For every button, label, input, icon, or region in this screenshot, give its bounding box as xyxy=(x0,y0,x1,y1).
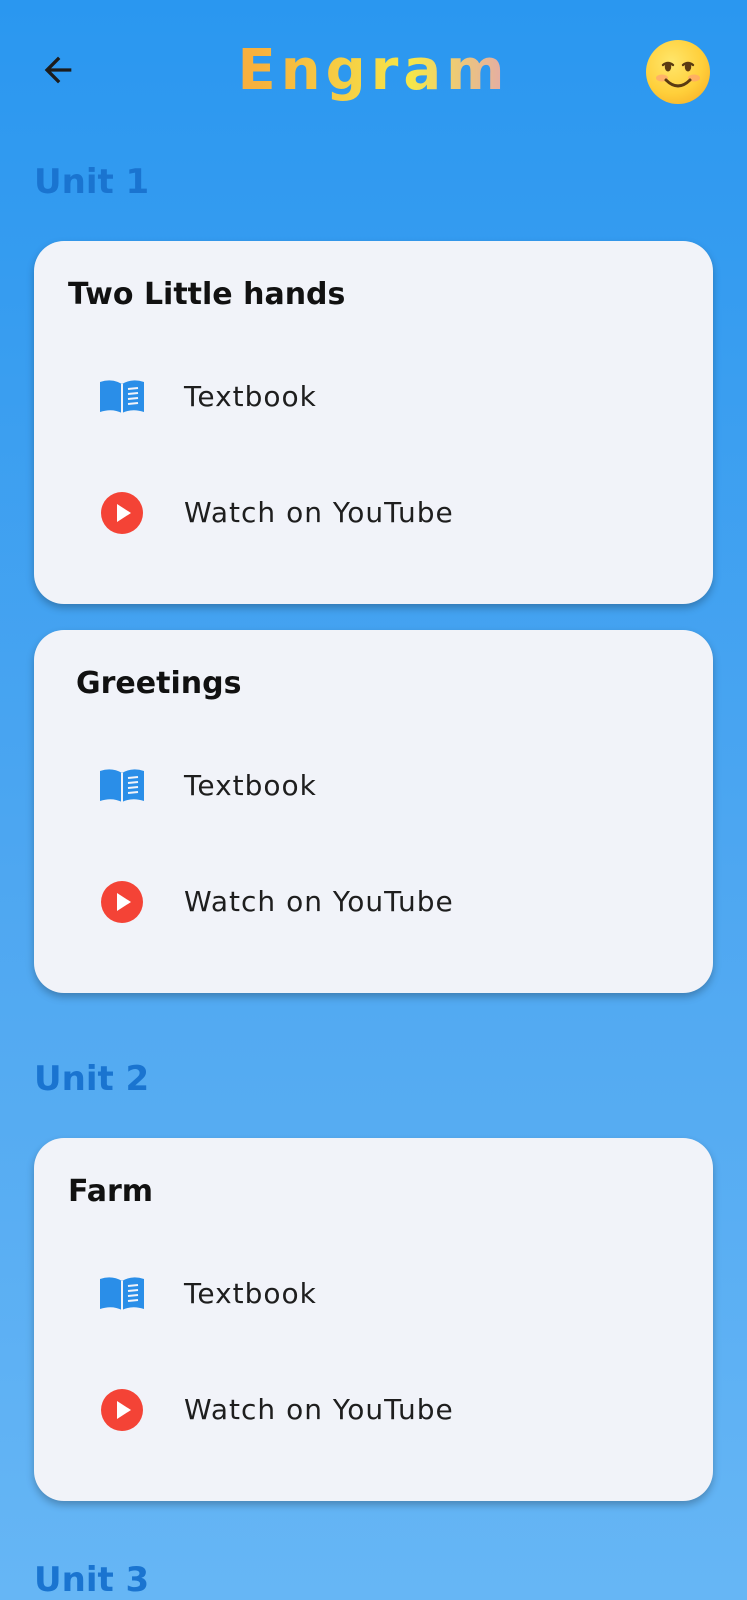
textbook-label: Textbook xyxy=(184,380,317,413)
youtube-label: Watch on YouTube xyxy=(184,885,454,918)
avatar[interactable] xyxy=(646,40,710,104)
textbook-label: Textbook xyxy=(184,1277,317,1310)
smiling-face-icon xyxy=(656,61,700,88)
unit-heading: Unit 1 xyxy=(34,162,150,202)
youtube-row[interactable]: Watch on YouTube xyxy=(34,473,713,553)
lesson-card: Two Little hands Textbook Watch on YouTu… xyxy=(34,241,713,604)
play-circle-icon xyxy=(98,491,146,535)
youtube-row[interactable]: Watch on YouTube xyxy=(34,1370,713,1450)
unit-heading: Unit 2 xyxy=(34,1059,150,1099)
play-circle-icon xyxy=(98,880,146,924)
lesson-card: Greetings Textbook Watch on YouTube xyxy=(34,630,713,993)
textbook-row[interactable]: Textbook xyxy=(34,357,713,437)
lesson-title: Two Little hands xyxy=(68,277,346,312)
textbook-label: Textbook xyxy=(184,769,317,802)
youtube-label: Watch on YouTube xyxy=(184,1393,454,1426)
open-book-icon xyxy=(98,764,146,808)
youtube-label: Watch on YouTube xyxy=(184,496,454,529)
unit-heading: Unit 3 xyxy=(34,1560,150,1600)
play-circle-icon xyxy=(98,1388,146,1432)
textbook-row[interactable]: Textbook xyxy=(34,746,713,826)
lesson-card: Farm Textbook Watch on YouTube xyxy=(34,1138,713,1501)
app-bar: Engram xyxy=(0,0,747,150)
open-book-icon xyxy=(98,375,146,419)
youtube-row[interactable]: Watch on YouTube xyxy=(34,862,713,942)
open-book-icon xyxy=(98,1272,146,1316)
lesson-title: Greetings xyxy=(76,666,242,701)
textbook-row[interactable]: Textbook xyxy=(34,1254,713,1334)
lesson-title: Farm xyxy=(68,1174,154,1209)
app-title: Engram xyxy=(0,36,747,106)
